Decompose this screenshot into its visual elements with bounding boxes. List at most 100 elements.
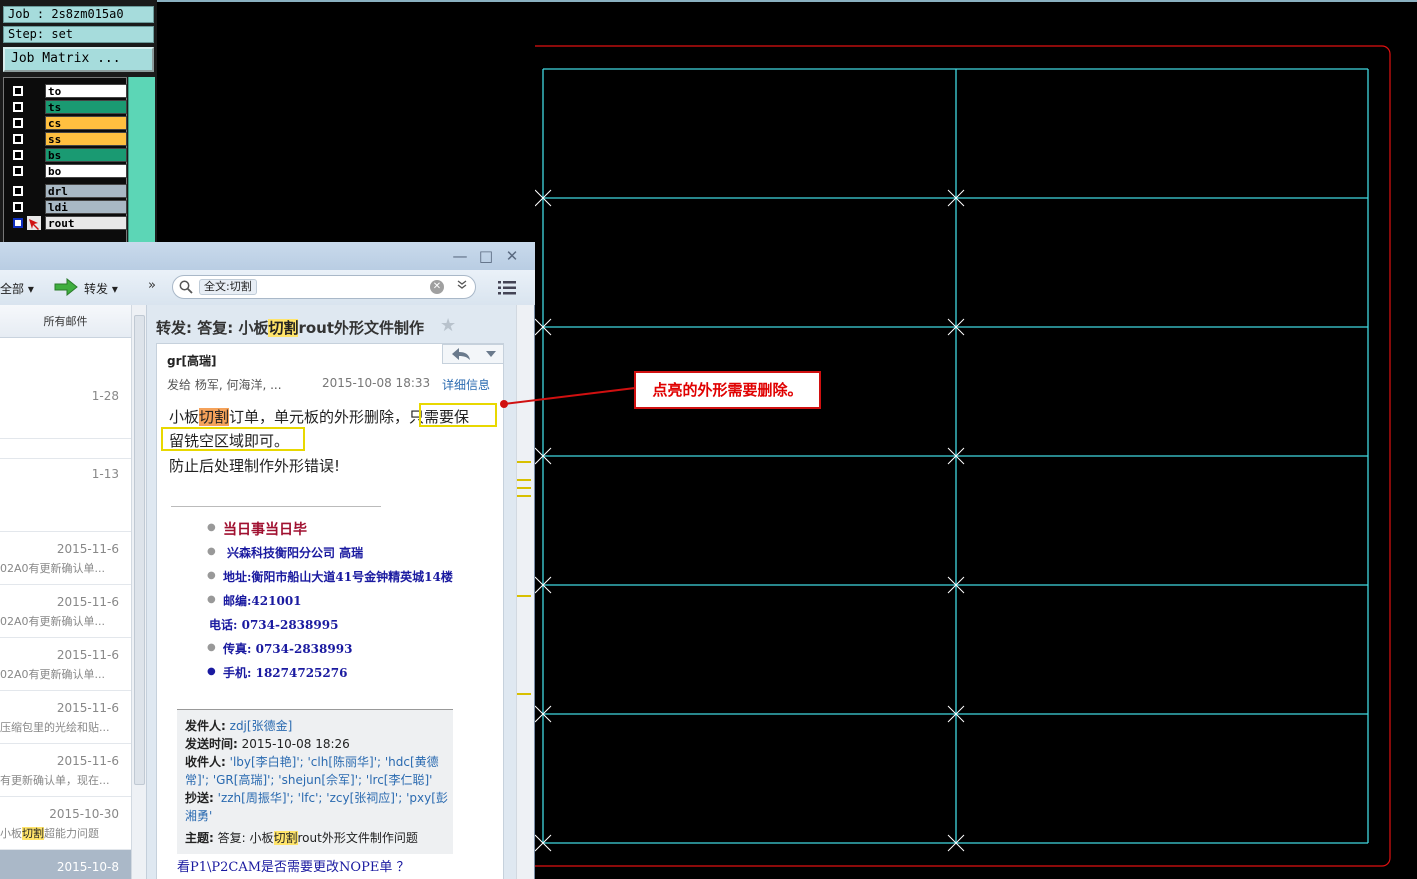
layer-row-bs[interactable]: bs <box>7 148 127 162</box>
search-hit-marker <box>517 461 531 463</box>
callout-note: 点亮的外形需要删除。 <box>634 371 821 409</box>
toolbar: 全部 ▾ 转发 ▾ » 全文:切割 ✕ <box>0 270 535 305</box>
list-item[interactable]: 2015-11-6 02A0有更新确认单... <box>0 532 131 585</box>
list-item-separator <box>0 439 131 459</box>
maximize-button[interactable]: □ <box>476 246 496 266</box>
layer-row-cs[interactable]: cs <box>7 116 127 130</box>
layer-name[interactable]: to <box>45 84 127 98</box>
list-item[interactable]: 2015-10-30 小板切割超能力问题 <box>0 797 131 850</box>
layer-checkbox[interactable] <box>13 218 23 228</box>
bullet: ● <box>207 642 216 653</box>
message-body: gr[高瑞] 发给 杨军, 何海洋, ... 2015-10-08 18:33 … <box>156 343 504 879</box>
layer-checkbox[interactable] <box>13 202 23 212</box>
minimize-button[interactable]: — <box>450 246 470 266</box>
layer-scrollbar[interactable] <box>128 77 155 245</box>
forward-arrow-icon[interactable] <box>54 278 78 296</box>
chevron-down-icon[interactable] <box>485 350 497 358</box>
callout-arrow <box>500 387 636 408</box>
sender-name[interactable]: gr[高瑞] <box>167 352 216 369</box>
layer-checkbox[interactable] <box>13 86 23 96</box>
forward-button[interactable]: 转发 ▾ <box>84 280 118 297</box>
layer-row-ts[interactable]: ts <box>7 100 127 114</box>
clear-search-icon[interactable]: ✕ <box>430 280 444 294</box>
highlight-box <box>419 403 497 427</box>
star-icon[interactable]: ★ <box>440 315 456 336</box>
layer-name[interactable]: cs <box>45 116 127 130</box>
layer-row-rout[interactable]: rout <box>7 216 127 230</box>
layer-checkbox[interactable] <box>13 134 23 144</box>
search-hit-marker <box>517 693 531 695</box>
signature-postcode: 邮编:421001 <box>223 594 302 608</box>
layer-row-to[interactable]: to <box>7 84 127 98</box>
list-item[interactable]: 2015-11-6 02A0有更新确认单... <box>0 638 131 691</box>
message-subject: 转发: 答复: 小板切割rout外形文件制作 <box>156 319 425 337</box>
message-date: 2015-10-08 18:33 <box>322 376 431 390</box>
list-item[interactable]: 2015-11-6 02A0有更新确认单... <box>0 585 131 638</box>
cam-graphics-canvas[interactable] <box>535 0 1417 879</box>
list-item-selected[interactable]: 2015-10-8 <box>0 850 131 879</box>
layer-checkbox[interactable] <box>13 150 23 160</box>
bullet: ● <box>207 522 216 533</box>
signature-company: 兴森科技衡阳分公司 高瑞 <box>227 546 364 560</box>
quote-to-cont[interactable]: 常]'; 'GR[高瑞]'; 'shejun[佘军]'; 'lrc[李仁聪]' <box>185 771 432 788</box>
search-hit-marker <box>517 479 531 481</box>
filter-all-button[interactable]: 全部 ▾ <box>0 280 34 297</box>
bullet: ● <box>207 666 216 677</box>
mail-list-scrollbar[interactable] <box>131 305 146 879</box>
message-trailing-text: 看P1\P2CAM是否需要更改NOPE单 ？ <box>177 860 410 875</box>
bullet: ● <box>207 546 216 557</box>
quote-cc-cont[interactable]: 湘勇' <box>185 807 212 824</box>
quote-from[interactable]: zdj[张德金] <box>230 719 293 733</box>
list-item[interactable]: 2015-11-6 有更新确认单，现在... <box>0 744 131 797</box>
search-icon <box>179 280 193 294</box>
search-box[interactable]: 全文:切割 ✕ <box>172 275 476 299</box>
recipients[interactable]: 发给 杨军, 何海洋, ... <box>167 376 282 393</box>
search-options-icon[interactable] <box>454 279 470 295</box>
signature-divider <box>171 506 381 507</box>
bullet: ● <box>207 570 216 581</box>
highlight-box <box>161 427 305 451</box>
mail-list: 所有邮件 1-28 1-13 2015-11-6 02A0有更新确认单... 2… <box>0 305 147 879</box>
quote-cc[interactable]: 'zzh[周振华]'; 'lfc'; 'zcy[张祠应]'; 'pxy[彭 <box>218 791 448 805</box>
layer-row-bo[interactable]: bo <box>7 164 127 178</box>
mail-window: — □ ✕ 全部 ▾ 转发 ▾ » 全文:切割 ✕ 所有邮件 1-28 1-13… <box>0 242 535 879</box>
details-link[interactable]: 详细信息 <box>442 376 490 393</box>
list-item[interactable]: 1-13 <box>0 459 131 532</box>
reading-pane: 转发: 答复: 小板切割rout外形文件制作 ★ gr[高瑞] 发给 杨军, 何… <box>148 305 514 879</box>
bullet: ● <box>207 594 216 605</box>
quoted-header: 发件人: zdj[张德金] 发送时间: 2015-10-08 18:26 收件人… <box>177 709 453 854</box>
signature-motto: 当日事当日毕 <box>223 522 307 538</box>
layer-name[interactable]: ts <box>45 100 127 114</box>
layer-row-ss[interactable]: ss <box>7 132 127 146</box>
layer-list: to ts cs ss bs bo drl ldi rout <box>3 77 127 245</box>
close-button[interactable]: ✕ <box>502 246 522 266</box>
toolbar-more-button[interactable]: » <box>148 278 156 293</box>
layer-name[interactable]: ldi <box>45 200 127 214</box>
list-item[interactable]: 2015-11-6 压缩包里的光绘和贴... <box>0 691 131 744</box>
layer-row-ldi[interactable]: ldi <box>7 200 127 214</box>
mail-list-header[interactable]: 所有邮件 <box>0 305 131 338</box>
chevron-down-icon <box>457 280 467 289</box>
layer-name[interactable]: drl <box>45 184 127 198</box>
scrollbar-thumb[interactable] <box>134 315 145 785</box>
layer-name[interactable]: ss <box>45 132 127 146</box>
layer-checkbox[interactable] <box>13 186 23 196</box>
layer-name[interactable]: bs <box>45 148 127 162</box>
reply-icon[interactable] <box>451 347 471 361</box>
panel-grid <box>535 68 1369 852</box>
layer-row-drl[interactable]: drl <box>7 184 127 198</box>
layer-checkbox[interactable] <box>13 102 23 112</box>
search-hit-marker <box>517 595 531 597</box>
layer-name[interactable]: bo <box>45 164 127 178</box>
title-bar: — □ ✕ <box>0 242 535 270</box>
list-item[interactable]: 1-28 <box>0 359 131 439</box>
layer-name[interactable]: rout <box>45 216 127 230</box>
quote-to[interactable]: 'lby[李白艳]'; 'clh[陈丽华]'; 'hdc[黄德 <box>230 755 439 769</box>
layer-checkbox[interactable] <box>13 166 23 176</box>
search-filter-chip[interactable]: 全文:切割 <box>199 279 257 295</box>
job-matrix-button[interactable]: Job Matrix ... <box>3 47 154 72</box>
signature-phone: 电话: 0734-2838995 <box>209 618 339 632</box>
layer-checkbox[interactable] <box>13 118 23 128</box>
active-layer-arrow-icon <box>27 216 41 230</box>
list-view-icon[interactable] <box>498 280 516 296</box>
